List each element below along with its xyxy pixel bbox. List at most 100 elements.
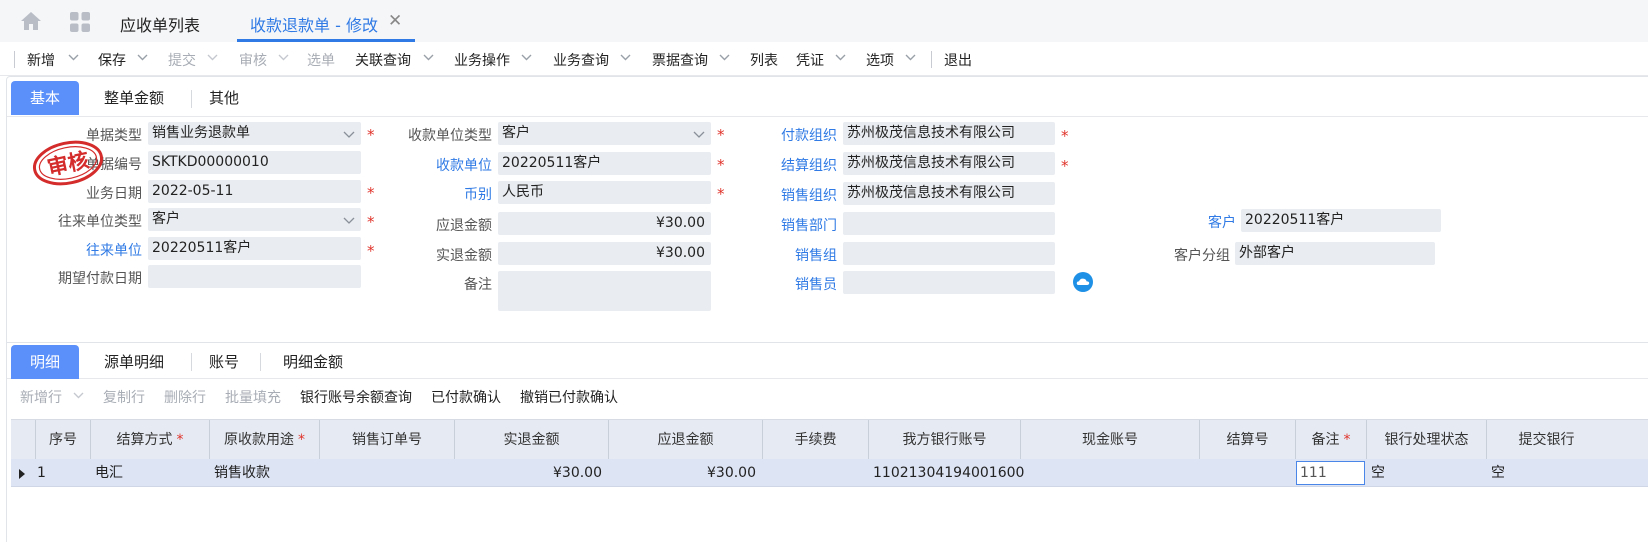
column-header[interactable]: 提交银行 <box>1486 420 1606 460</box>
cell-fee[interactable] <box>762 459 868 487</box>
column-header[interactable]: 手续费 <box>762 420 868 460</box>
business-operation-button[interactable]: 业务操作 <box>454 50 510 70</box>
bank-balance-query-button[interactable]: 银行账号余额查询 <box>300 387 412 407</box>
recv-unit-field[interactable]: 20220511客户 <box>498 152 711 175</box>
salesperson-label[interactable]: 销售员 <box>733 274 837 294</box>
paid-confirm-button[interactable]: 已付款确认 <box>431 387 501 407</box>
save-button[interactable]: 保存 <box>98 50 126 70</box>
pay-org-field[interactable]: 苏州极茂信息技术有限公司 <box>843 122 1055 145</box>
sale-group-field[interactable] <box>843 242 1055 265</box>
tab-detail-amount[interactable]: 明细金额 <box>283 345 343 379</box>
cell-sale-order[interactable] <box>319 459 454 487</box>
options-button[interactable]: 选项 <box>866 50 894 70</box>
chevron-down-icon[interactable] <box>343 128 355 140</box>
cloud-icon[interactable] <box>1073 272 1093 292</box>
column-header[interactable]: 备注 * <box>1295 420 1366 460</box>
cell-bank-status[interactable]: 空 <box>1371 459 1481 487</box>
cell-seq[interactable]: 1 <box>37 459 87 487</box>
salesperson-field[interactable] <box>843 271 1055 294</box>
customer-group-field[interactable]: 外部客户 <box>1235 242 1435 265</box>
contact-unit-label[interactable]: 往来单位 <box>40 240 142 260</box>
list-button[interactable]: 列表 <box>750 50 778 70</box>
new-button[interactable]: 新增 <box>27 50 55 70</box>
cell-actual-amount[interactable]: ¥30.00 <box>454 459 602 487</box>
app-grid-icon[interactable] <box>70 12 90 32</box>
bill-no-field[interactable]: SKTKD00000010 <box>148 151 361 174</box>
column-header[interactable]: 现金账号 <box>1020 420 1199 460</box>
sale-org-label[interactable]: 销售组织 <box>733 185 837 205</box>
cancel-paid-confirm-button[interactable]: 撤销已付款确认 <box>520 387 618 407</box>
cell-submit-bank[interactable]: 空 <box>1491 459 1601 487</box>
batch-fill-button[interactable]: 批量填充 <box>225 387 281 407</box>
column-header[interactable]: 我方银行账号 <box>868 420 1020 460</box>
chevron-down-icon[interactable] <box>343 214 355 226</box>
add-row-button[interactable]: 新增行 <box>20 387 62 407</box>
chevron-down-icon[interactable] <box>620 52 631 63</box>
bill-type-select[interactable]: 销售业务退款单 <box>148 122 361 145</box>
refund-actual-field[interactable]: ¥30.00 <box>498 242 711 265</box>
tab-refund-edit[interactable]: 收款退款单 - 修改 <box>250 12 378 36</box>
currency-label[interactable]: 币别 <box>390 184 492 204</box>
cell-settle-method[interactable]: 电汇 <box>95 459 205 487</box>
chevron-down-icon[interactable] <box>905 52 916 63</box>
submit-button[interactable]: 提交 <box>168 50 196 70</box>
cell-due-amount[interactable]: ¥30.00 <box>608 459 756 487</box>
contact-unit-field[interactable]: 20220511客户 <box>148 237 361 260</box>
chevron-down-icon[interactable] <box>423 52 434 63</box>
column-header[interactable]: 结算号 <box>1199 420 1295 460</box>
tab-total-amount[interactable]: 整单金额 <box>104 81 164 115</box>
customer-label[interactable]: 客户 <box>1136 212 1236 232</box>
column-header[interactable]: 销售订单号 <box>319 420 454 460</box>
tab-other[interactable]: 其他 <box>209 81 239 115</box>
tab-detail[interactable]: 明细 <box>11 345 79 379</box>
pay-org-label[interactable]: 付款组织 <box>733 125 837 145</box>
cell-remark-input[interactable]: 111 <box>1296 461 1365 485</box>
home-icon[interactable] <box>20 11 42 31</box>
exit-button[interactable]: 退出 <box>944 50 972 70</box>
tab-basic[interactable]: 基本 <box>11 81 79 115</box>
sale-org-field[interactable]: 苏州极茂信息技术有限公司 <box>843 182 1055 205</box>
close-tab-icon[interactable]: ✕ <box>388 11 402 31</box>
refund-due-field[interactable]: ¥30.00 <box>498 212 711 235</box>
chevron-down-icon[interactable] <box>68 52 79 63</box>
chevron-down-icon[interactable] <box>207 52 218 63</box>
chevron-down-icon[interactable] <box>719 52 730 63</box>
cell-settle-no[interactable] <box>1199 459 1295 487</box>
ticket-query-button[interactable]: 票据查询 <box>652 50 708 70</box>
recv-unit-label[interactable]: 收款单位 <box>390 155 492 175</box>
tab-source-detail[interactable]: 源单明细 <box>104 345 164 379</box>
cell-cash-account[interactable] <box>1020 459 1199 487</box>
audit-button[interactable]: 审核 <box>239 50 267 70</box>
chevron-down-icon[interactable] <box>835 52 846 63</box>
delete-row-button[interactable]: 删除行 <box>164 387 206 407</box>
sale-group-label[interactable]: 销售组 <box>733 245 837 265</box>
column-header[interactable]: 银行处理状态 <box>1366 420 1486 460</box>
chevron-down-icon[interactable] <box>693 128 705 140</box>
table-row[interactable]: 1 电汇 销售收款 ¥30.00 ¥30.00 1102130419400160… <box>11 459 1648 487</box>
sale-dept-field[interactable] <box>843 212 1055 235</box>
business-query-button[interactable]: 业务查询 <box>553 50 609 70</box>
voucher-button[interactable]: 凭证 <box>796 50 824 70</box>
chevron-down-icon[interactable] <box>278 52 289 63</box>
tab-account[interactable]: 账号 <box>209 345 239 379</box>
settle-org-field[interactable]: 苏州极茂信息技术有限公司 <box>843 152 1055 175</box>
chevron-down-icon[interactable] <box>521 52 532 63</box>
column-header[interactable]: 序号 <box>35 420 90 460</box>
contact-type-select[interactable]: 客户 <box>148 208 361 231</box>
cell-purpose[interactable]: 销售收款 <box>214 459 314 487</box>
remark-textarea[interactable] <box>498 271 711 311</box>
column-header[interactable]: 原收款用途 * <box>209 420 319 460</box>
recv-unit-type-select[interactable]: 客户 <box>498 122 711 145</box>
tab-receivable-list[interactable]: 应收单列表 <box>120 12 200 36</box>
chevron-down-icon[interactable] <box>73 390 84 401</box>
column-header[interactable]: 实退金额 <box>454 420 608 460</box>
biz-date-field[interactable]: 2022-05-11 <box>148 180 361 203</box>
related-query-button[interactable]: 关联查询 <box>355 50 411 70</box>
select-bill-button[interactable]: 选单 <box>307 50 335 70</box>
chevron-down-icon[interactable] <box>137 52 148 63</box>
settle-org-label[interactable]: 结算组织 <box>733 155 837 175</box>
column-header[interactable]: 应退金额 <box>608 420 762 460</box>
expected-pay-date-field[interactable] <box>148 265 361 288</box>
sale-dept-label[interactable]: 销售部门 <box>733 215 837 235</box>
customer-field[interactable]: 20220511客户 <box>1241 209 1441 232</box>
